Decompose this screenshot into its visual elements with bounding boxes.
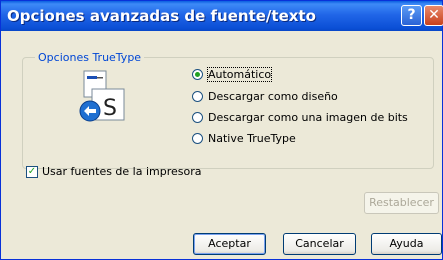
cancel-button[interactable]: Cancelar bbox=[283, 233, 356, 255]
svg-text:S: S bbox=[103, 96, 117, 121]
radio-imagen-bits[interactable]: Descargar como una imagen de bits bbox=[192, 111, 408, 124]
radio-label-descargar-diseno: Descargar como diseño bbox=[208, 90, 338, 103]
accept-button[interactable]: Aceptar bbox=[193, 233, 266, 255]
radio-button[interactable] bbox=[192, 133, 203, 144]
radio-automatico[interactable]: Automático bbox=[192, 67, 273, 82]
radio-native-truetype[interactable]: Native TrueType bbox=[192, 132, 296, 145]
help-title-button[interactable]: ? bbox=[401, 5, 422, 26]
printer-fonts-checkbox[interactable]: ✓ Usar fuentes de la impresora bbox=[26, 165, 202, 178]
help-button[interactable]: Ayuda bbox=[371, 233, 442, 255]
close-button[interactable]: ✕ bbox=[424, 5, 443, 26]
radio-label-native-truetype: Native TrueType bbox=[208, 132, 296, 145]
radio-descargar-diseno[interactable]: Descargar como diseño bbox=[192, 90, 338, 103]
radio-label-imagen-bits: Descargar como una imagen de bits bbox=[208, 111, 408, 124]
close-icon: ✕ bbox=[428, 7, 440, 23]
radio-button[interactable] bbox=[192, 112, 203, 123]
truetype-group-legend: Opciones TrueType bbox=[35, 51, 145, 64]
radio-button[interactable] bbox=[192, 91, 203, 102]
dialog-window: Opciones avanzadas de fuente/texto ? ✕ O… bbox=[0, 0, 443, 260]
checkbox-checked[interactable]: ✓ bbox=[26, 165, 38, 178]
printer-fonts-label: Usar fuentes de la impresora bbox=[42, 165, 202, 178]
radio-button-selected[interactable] bbox=[192, 69, 203, 80]
font-substitution-icon: S bbox=[76, 69, 128, 123]
reset-button[interactable]: Restablecer bbox=[364, 192, 439, 214]
title-bar[interactable]: Opciones avanzadas de fuente/texto ? ✕ bbox=[1, 1, 443, 31]
question-mark-icon: ? bbox=[407, 7, 416, 23]
radio-label-automatico: Automático bbox=[206, 67, 273, 82]
dialog-title: Opciones avanzadas de fuente/texto bbox=[7, 7, 316, 25]
